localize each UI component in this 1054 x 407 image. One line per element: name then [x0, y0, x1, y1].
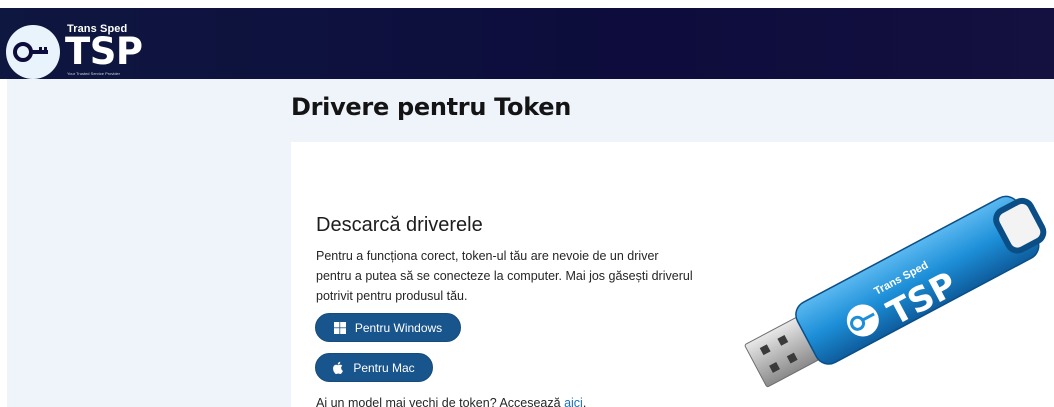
mac-download-button[interactable]: Pentru Mac	[315, 353, 433, 382]
download-heading: Descarcă driverele	[316, 214, 483, 236]
old-token-note: Ai un model mai vechi de token? Acceseaz…	[316, 396, 586, 407]
left-gutter	[0, 79, 7, 407]
site-header: Trans Sped TSP Your Trusted Service Prov…	[0, 8, 1054, 79]
windows-download-button[interactable]: Pentru Windows	[315, 313, 461, 342]
download-description: Pentru a funcționa corect, token-ul tău …	[316, 249, 693, 303]
page-title: Drivere pentru Token	[291, 93, 572, 121]
old-token-link[interactable]: aici	[564, 396, 583, 407]
usb-token-image: Trans Sped TSP	[740, 175, 1054, 407]
top-strip	[0, 0, 1054, 8]
windows-icon	[333, 321, 346, 334]
old-token-text: Ai un model mai vechi de token? Acceseaz…	[316, 396, 565, 407]
logo-brand-mark: TSP	[65, 30, 143, 73]
key-cloud-icon	[6, 25, 60, 79]
logo[interactable]: Trans Sped TSP Your Trusted Service Prov…	[6, 23, 146, 79]
apple-icon	[333, 361, 344, 374]
old-token-suffix: .	[582, 396, 587, 407]
mac-button-label: Pentru Mac	[353, 360, 415, 375]
logo-tagline: Your Trusted Service Provider	[67, 71, 120, 76]
windows-button-label: Pentru Windows	[354, 320, 443, 335]
